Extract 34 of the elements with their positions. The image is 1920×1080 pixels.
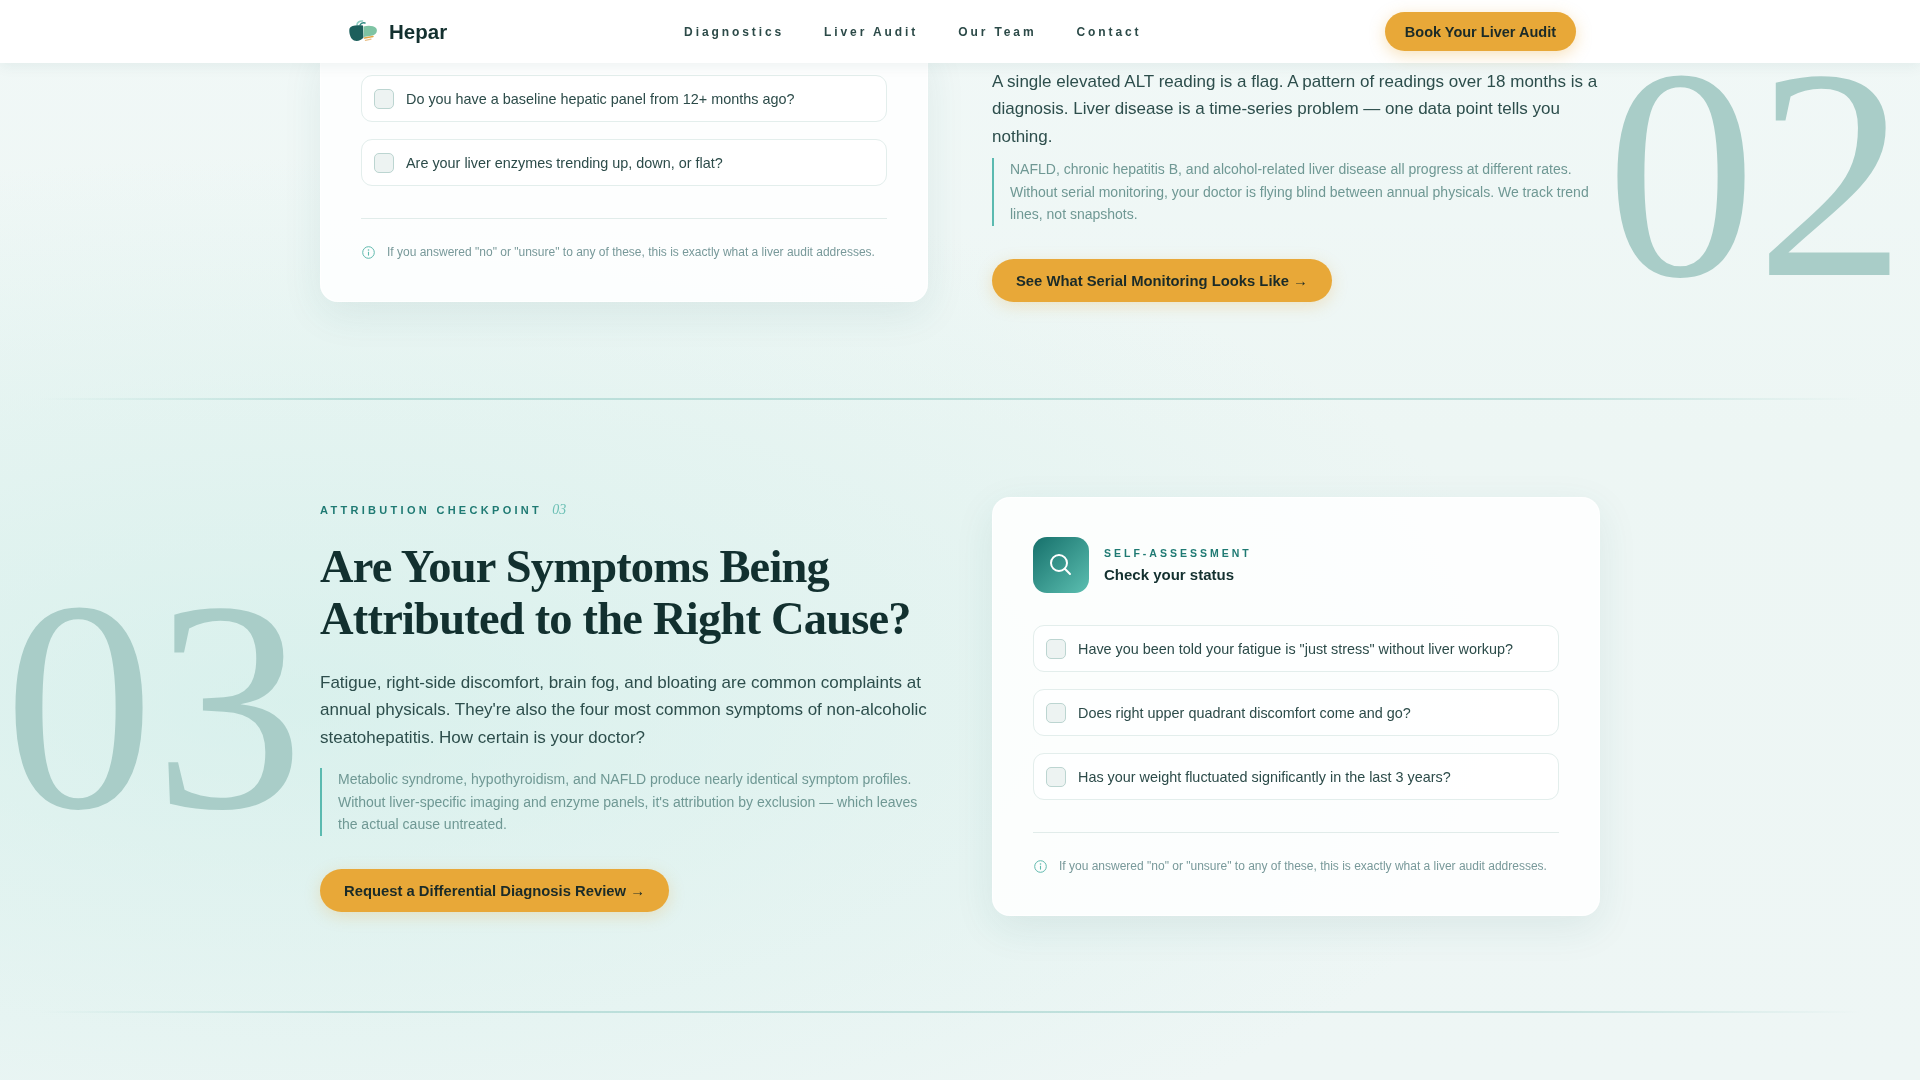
card-eyebrow: SELF-ASSESSMENT xyxy=(1104,546,1252,560)
nav-link[interactable]: Liver Audit xyxy=(824,24,919,39)
section-number-watermark: 02 xyxy=(1606,66,1906,282)
info-icon xyxy=(1034,859,1047,873)
card-title: Check your status xyxy=(1104,566,1236,584)
section-heading: Are Your Symptoms Being Attributed to the Right Cause? xyxy=(320,540,912,645)
pull-quote: NAFLD, chronic hepatitis B, and alcohol-related liver disease all progress at different rates. Without serial monitoring, your doctor is flying blind between annual physicals. We track trend lines, not snapshots. xyxy=(992,158,1600,226)
section-eyebrow: ATTRIBUTION CHECKPOINT xyxy=(320,502,543,517)
search-icon xyxy=(1033,537,1089,593)
cta-button[interactable]: Request a Differential Diagnosis Review → xyxy=(320,869,669,912)
note-text: If you answered "no" or "unsure" to any of these, this is exactly what a liver audit addresses. xyxy=(1059,858,1547,875)
checkbox[interactable] xyxy=(374,88,394,109)
question-text: Do you have a baseline hepatic panel from 12+ months ago? xyxy=(406,90,795,107)
note-text: If you answered "no" or "unsure" to any of these, this is exactly what a liver audit addresses. xyxy=(387,244,875,261)
brand-link[interactable]: Hepar xyxy=(348,19,448,44)
lead-paragraph: A single elevated ALT reading is a flag. A pattern of readings over 18 months is a diagnosis. Liver disease is a time-series problem — one data point tells you nothing. xyxy=(992,70,1599,148)
section-number: 03 xyxy=(552,502,567,517)
logo-icon xyxy=(348,20,378,43)
question-text: Are your liver enzymes trending up, down, or flat? xyxy=(406,154,723,171)
question-text: Does right upper quadrant discomfort come and go? xyxy=(1078,704,1411,721)
lead-paragraph: Fatigue, right-side discomfort, brain fog, and bloating are common complaints at annual physicals. They're also the four most common symptoms of non-alcoholic steatohepatitis. How certain is your doctor? xyxy=(320,671,928,749)
question-text: Have you been told your fatigue is "just stress" without liver workup? xyxy=(1078,640,1513,657)
question-text: Has your weight fluctuated significantly in the last 3 years? xyxy=(1078,768,1451,785)
info-icon xyxy=(362,245,375,259)
checkbox[interactable] xyxy=(374,152,394,173)
nav-link[interactable]: Our Team xyxy=(958,24,1037,39)
checkbox[interactable] xyxy=(1046,702,1066,723)
nav-link[interactable]: Diagnostics xyxy=(684,24,785,39)
checkbox[interactable] xyxy=(1046,766,1066,787)
pull-quote: Metabolic syndrome, hypothyroidism, and NAFLD produce nearly identical symptom profiles. Without liver-specific imaging and enzyme panels, it's attribution by exclusion — which leaves the actual cause untreated. xyxy=(320,768,928,836)
checkbox[interactable] xyxy=(1046,638,1066,659)
cta-button[interactable]: See What Serial Monitoring Looks Like → xyxy=(992,259,1332,302)
book-audit-button[interactable]: Book Your Liver Audit xyxy=(1384,12,1576,51)
nav-link[interactable]: Contact xyxy=(1076,24,1142,39)
